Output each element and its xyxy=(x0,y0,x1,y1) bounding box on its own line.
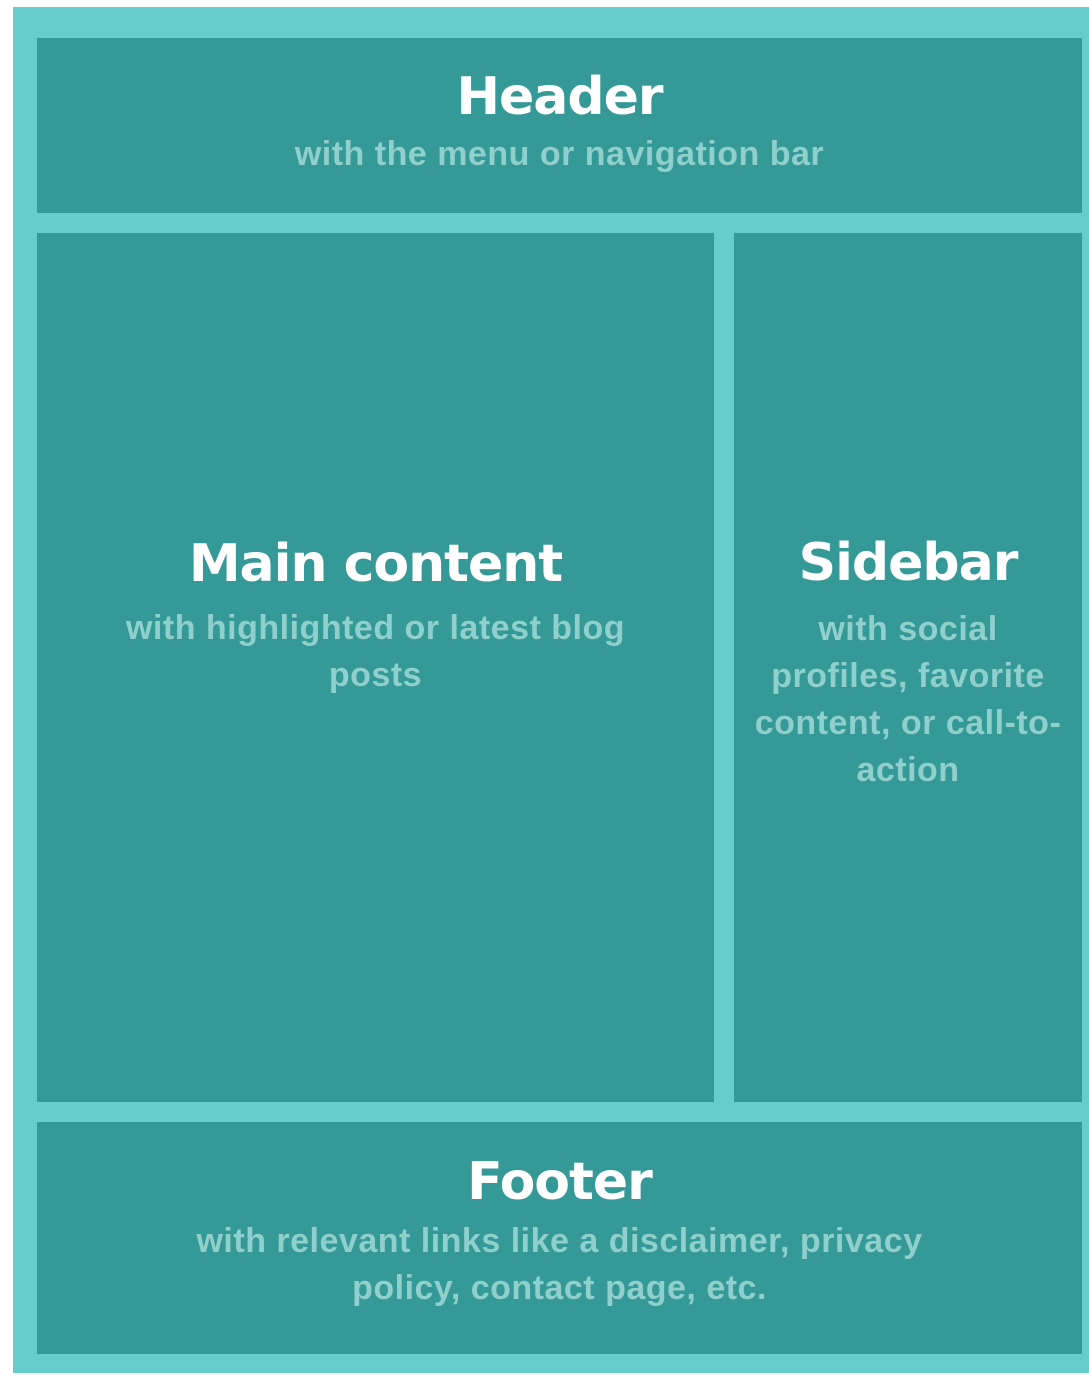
main-content-title: Main content xyxy=(188,533,563,594)
main-content-block: Main content with highlighted or latest … xyxy=(37,233,714,1102)
footer-title: Footer xyxy=(467,1152,653,1213)
header-title: Header xyxy=(456,67,663,128)
footer-block: Footer with relevant links like a discla… xyxy=(37,1122,1082,1354)
sidebar-description: with social profiles, favorite content, … xyxy=(754,610,1062,790)
main-content-description: with highlighted or latest blog posts xyxy=(125,609,626,695)
header-block: Header with the menu or navigation bar xyxy=(37,38,1082,213)
sidebar-block: Sidebar with social profiles, favorite c… xyxy=(734,233,1082,1102)
sidebar-title: Sidebar xyxy=(798,532,1019,593)
stray-mark xyxy=(4,1322,12,1352)
header-description: with the menu or navigation bar xyxy=(294,134,825,173)
footer-description: with relevant links like a disclaimer, p… xyxy=(196,1221,923,1307)
